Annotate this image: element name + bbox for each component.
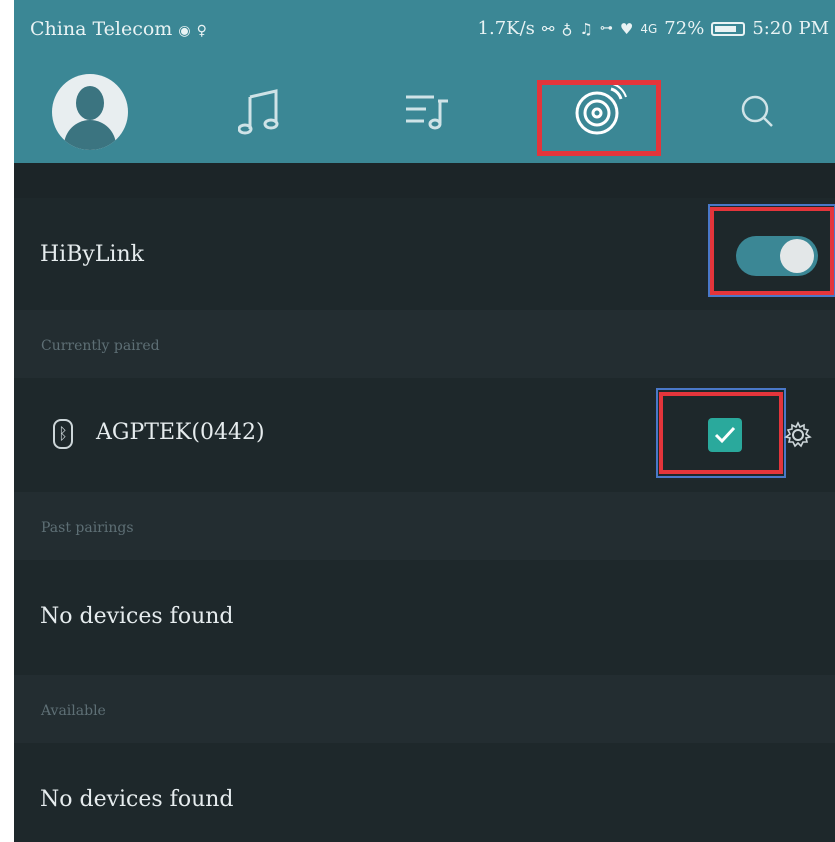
gear-icon[interactable]: [783, 420, 813, 450]
header-spacer: [14, 163, 835, 198]
wifi-icon: ♥: [619, 19, 634, 38]
section-past-pairings: Past pairings: [14, 492, 835, 560]
bell-icon: ♫: [579, 19, 593, 38]
section-label-currently-paired: Currently paired: [41, 338, 160, 354]
available-empty-row: No devices found: [14, 743, 835, 842]
alarm-icon: ♁: [561, 19, 573, 38]
carrier-text: China Telecom: [30, 18, 173, 40]
link-icon: ⚯: [541, 19, 555, 38]
section-available: Available: [14, 675, 835, 743]
checkbox-highlight: [659, 392, 783, 474]
network-speed: 1.7K/s: [477, 18, 535, 39]
key-icon: ⊶: [599, 21, 613, 36]
toggle-highlight: [710, 207, 834, 295]
top-nav: [14, 62, 835, 163]
hibylink-label: HiByLink: [40, 242, 144, 267]
location-icon: ♀: [196, 23, 207, 39]
notification-icon: ◉: [178, 23, 191, 39]
section-currently-paired: Currently paired: [14, 310, 835, 378]
playlist-icon[interactable]: [392, 76, 462, 146]
available-empty-text: No devices found: [40, 787, 234, 812]
battery-icon: [711, 21, 746, 36]
device-name: AGPTEK(0442): [96, 420, 265, 445]
carrier-label: China Telecom ◉ ♀: [30, 18, 207, 40]
past-pairings-empty-row: No devices found: [14, 560, 835, 675]
active-tab-highlight: [537, 80, 661, 156]
bluetooth-icon: ᛒ: [53, 419, 73, 449]
avatar[interactable]: [52, 74, 128, 150]
app-screen: China Telecom ◉ ♀ 1.7K/s ⚯ ♁ ♫ ⊶ ♥ 4G 72…: [14, 0, 835, 842]
section-label-past-pairings: Past pairings: [41, 520, 134, 536]
section-label-available: Available: [41, 703, 106, 719]
status-bar: China Telecom ◉ ♀ 1.7K/s ⚯ ♁ ♫ ⊶ ♥ 4G 72…: [14, 0, 835, 62]
past-pairings-empty-text: No devices found: [40, 604, 234, 629]
search-icon[interactable]: [722, 76, 792, 146]
battery-percent: 72%: [664, 18, 705, 39]
network-type: 4G: [640, 21, 658, 36]
status-indicators: 1.7K/s ⚯ ♁ ♫ ⊶ ♥ 4G 72% 5:20 PM: [478, 18, 829, 39]
music-note-icon[interactable]: [225, 76, 295, 146]
clock: 5:20 PM: [752, 18, 829, 39]
